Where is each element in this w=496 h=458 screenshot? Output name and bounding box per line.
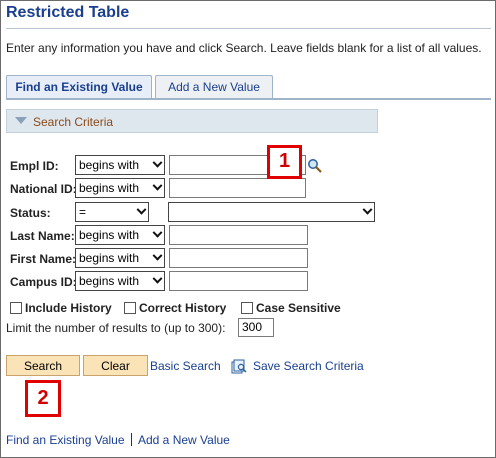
footer-add-new-link[interactable]: Add a New Value bbox=[138, 433, 230, 447]
instructions-text: Enter any information you have and click… bbox=[6, 41, 482, 55]
status-operator-select[interactable]: = bbox=[75, 202, 149, 222]
tab-find-existing-value[interactable]: Find an Existing Value bbox=[6, 75, 152, 100]
search-criteria-header[interactable]: Search Criteria bbox=[6, 109, 378, 133]
national-id-operator-select[interactable]: begins with bbox=[75, 178, 165, 198]
first-name-label: First Name: bbox=[10, 252, 77, 266]
save-search-criteria-link[interactable]: Save Search Criteria bbox=[253, 359, 364, 373]
limit-results-label: Limit the number of results to (up to 30… bbox=[6, 321, 226, 335]
chevron-down-icon bbox=[152, 157, 163, 168]
campus-id-input[interactable] bbox=[169, 271, 308, 291]
clear-button[interactable]: Clear bbox=[83, 355, 148, 376]
empl-id-row: Empl ID: begins with bbox=[1, 155, 496, 177]
campus-id-row: Campus ID: begins with bbox=[1, 271, 496, 293]
case-sensitive-label: Case Sensitive bbox=[256, 301, 341, 315]
chevron-down-icon bbox=[136, 204, 147, 215]
first-name-input[interactable] bbox=[169, 248, 308, 268]
first-name-operator-value: begins with bbox=[79, 251, 140, 265]
chevron-down-icon bbox=[152, 273, 163, 284]
callout-number-2: 2 bbox=[25, 380, 61, 417]
empl-id-operator-value: begins with bbox=[79, 158, 140, 172]
national-id-label: National ID: bbox=[10, 182, 77, 196]
first-name-row: First Name: begins with bbox=[1, 248, 496, 270]
status-operator-value: = bbox=[79, 205, 87, 219]
first-name-operator-select[interactable]: begins with bbox=[75, 248, 165, 268]
magnifier-lookup-icon[interactable] bbox=[307, 158, 323, 174]
title-divider bbox=[6, 28, 491, 29]
footer-find-existing-link[interactable]: Find an Existing Value bbox=[6, 433, 125, 447]
empl-id-label: Empl ID: bbox=[10, 159, 59, 173]
last-name-input[interactable] bbox=[169, 225, 308, 245]
search-button[interactable]: Search bbox=[6, 355, 80, 376]
page-title: Restricted Table bbox=[6, 4, 130, 21]
correct-history-label: Correct History bbox=[139, 301, 227, 315]
basic-search-link[interactable]: Basic Search bbox=[150, 359, 221, 373]
chevron-down-icon bbox=[152, 180, 163, 191]
chevron-down-icon bbox=[152, 227, 163, 238]
empl-id-operator-select[interactable]: begins with bbox=[75, 155, 165, 175]
national-id-row: National ID: begins with bbox=[1, 178, 496, 200]
page-frame: Restricted Table Enter any information y… bbox=[0, 0, 496, 458]
campus-id-operator-select[interactable]: begins with bbox=[75, 271, 165, 291]
campus-id-label: Campus ID: bbox=[10, 275, 77, 289]
national-id-input[interactable] bbox=[169, 178, 306, 198]
footer-separator bbox=[131, 433, 132, 446]
include-history-checkbox[interactable] bbox=[10, 302, 22, 314]
case-sensitive-checkbox[interactable] bbox=[241, 302, 253, 314]
campus-id-operator-value: begins with bbox=[79, 274, 140, 288]
last-name-row: Last Name: begins with bbox=[1, 225, 496, 247]
tab-add-new-value[interactable]: Add a New Value bbox=[155, 75, 273, 98]
include-history-label: Include History bbox=[25, 301, 112, 315]
chevron-down-icon bbox=[152, 250, 163, 261]
correct-history-checkbox[interactable] bbox=[124, 302, 136, 314]
last-name-label: Last Name: bbox=[10, 229, 75, 243]
collapse-arrow-icon[interactable] bbox=[15, 117, 27, 124]
search-criteria-label: Search Criteria bbox=[33, 115, 114, 129]
save-search-icon[interactable] bbox=[231, 358, 247, 374]
callout-number-1: 1 bbox=[267, 145, 302, 179]
tab-divider bbox=[6, 98, 491, 100]
limit-results-input[interactable]: 300 bbox=[238, 318, 274, 337]
status-label: Status: bbox=[10, 206, 51, 220]
last-name-operator-select[interactable]: begins with bbox=[75, 225, 165, 245]
last-name-operator-value: begins with bbox=[79, 228, 140, 242]
chevron-down-icon bbox=[362, 204, 373, 215]
national-id-operator-value: begins with bbox=[79, 181, 140, 195]
status-value-select[interactable] bbox=[168, 202, 375, 222]
status-row: Status: = bbox=[1, 202, 496, 224]
